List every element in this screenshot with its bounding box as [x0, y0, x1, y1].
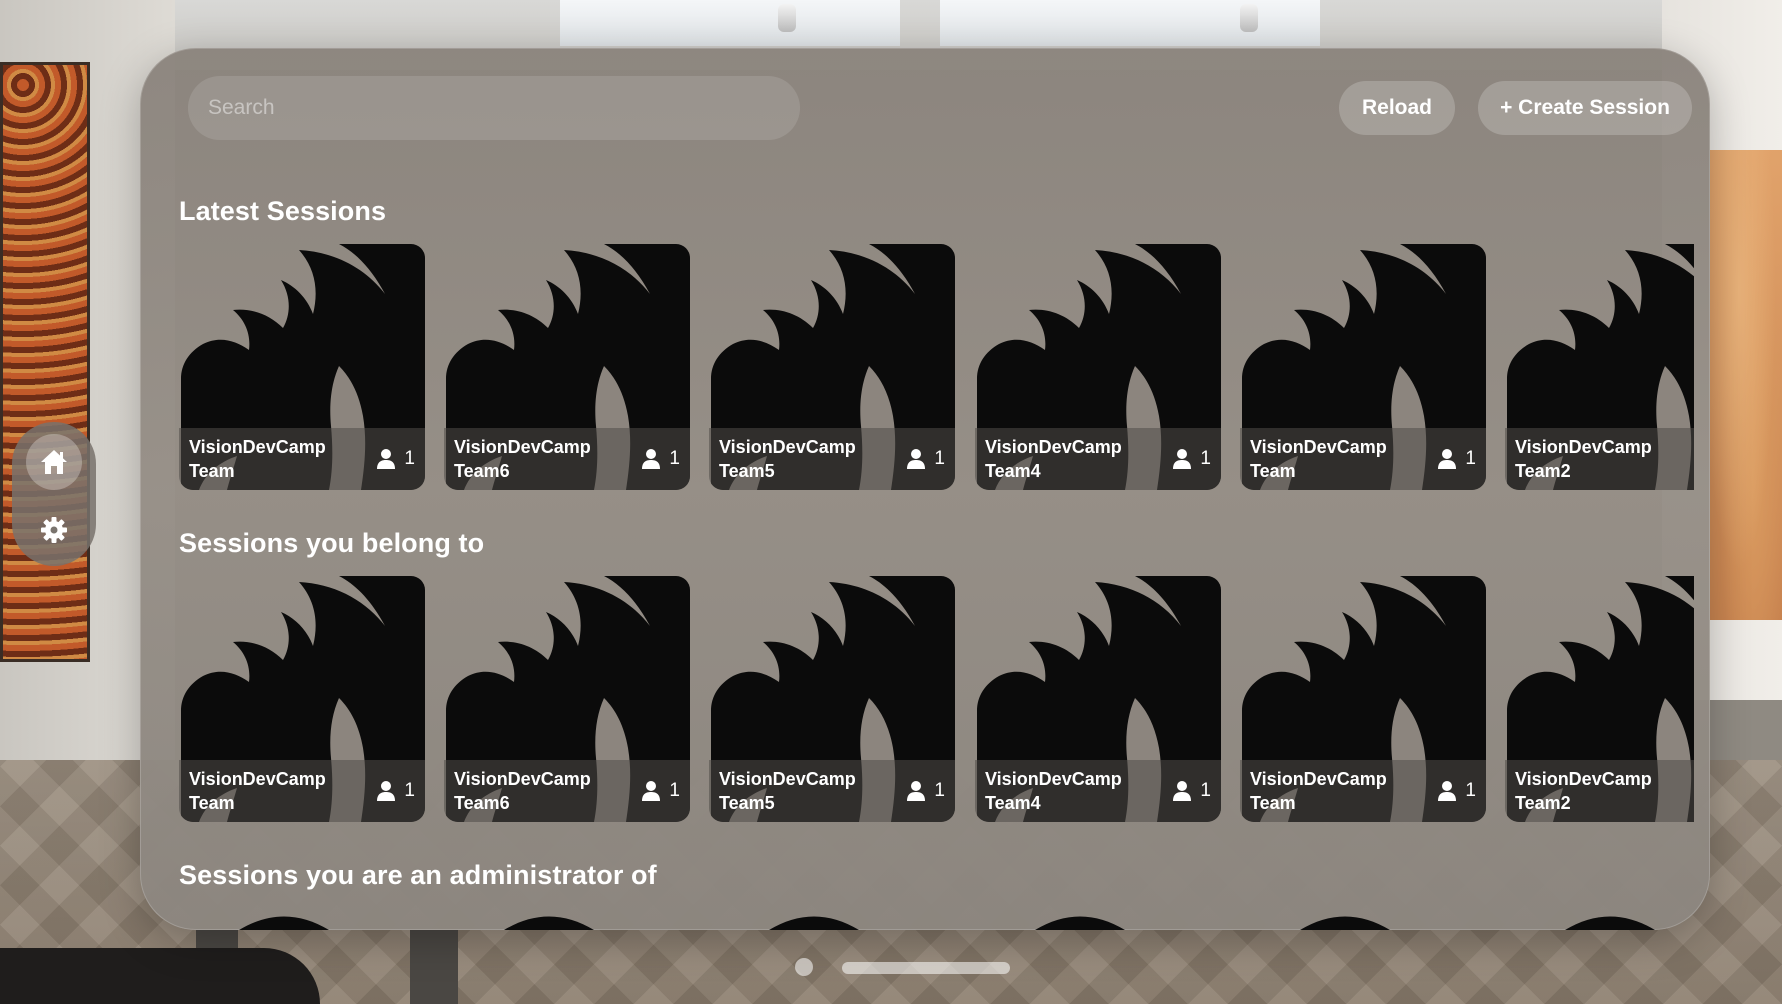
session-card-label: VisionDevCamp Team2	[1505, 428, 1694, 490]
window-close-dot[interactable]	[795, 958, 813, 976]
session-name: VisionDevCamp Team6	[454, 437, 591, 481]
member-count-value: 1	[1465, 780, 1476, 801]
session-card-label: VisionDevCamp Team6 1	[444, 428, 690, 490]
session-name: VisionDevCamp Team2	[1515, 769, 1652, 813]
session-name: VisionDevCamp Team2	[1515, 437, 1652, 481]
member-count-value: 1	[1200, 780, 1211, 801]
session-name: VisionDevCamp Team5	[719, 437, 856, 481]
member-count: 1	[376, 448, 415, 470]
member-count: 1	[1172, 780, 1211, 802]
member-count-value: 1	[934, 780, 945, 801]
session-card[interactable]: VisionDevCamp Team5 1	[709, 244, 955, 490]
session-card-label: VisionDevCamp Team 1	[179, 760, 425, 822]
person-icon	[1437, 448, 1457, 470]
session-name: VisionDevCamp Team	[1250, 437, 1387, 481]
home-button[interactable]	[26, 434, 82, 490]
session-card[interactable]: VisionDevCamp Team4 1	[975, 576, 1221, 822]
session-name: VisionDevCamp Team5	[719, 769, 856, 813]
session-name: VisionDevCamp Team4	[985, 437, 1122, 481]
member-count-value: 1	[404, 780, 415, 801]
search-input[interactable]	[208, 96, 800, 120]
session-card[interactable]: VisionDevCamp Team 1	[1240, 244, 1486, 490]
session-card[interactable]: VisionDevCamp Team6 1	[444, 244, 690, 490]
settings-button[interactable]	[26, 502, 82, 558]
track-light	[1240, 4, 1258, 32]
section-title-admin: Sessions you are an administrator of	[179, 860, 657, 890]
person-icon	[906, 780, 926, 802]
person-icon	[641, 780, 661, 802]
member-count-value: 1	[934, 448, 945, 469]
track-light	[778, 4, 796, 32]
session-card[interactable]: VisionDevCamp Team 1	[179, 576, 425, 822]
person-icon	[376, 780, 396, 802]
member-count: 1	[906, 780, 945, 802]
artwork-left	[0, 62, 90, 662]
session-card-label: VisionDevCamp Team5 1	[709, 760, 955, 822]
person-icon	[1172, 448, 1192, 470]
section-title-latest: Latest Sessions	[179, 196, 387, 226]
session-card-label: VisionDevCamp Team4 1	[975, 760, 1221, 822]
member-count-value: 1	[669, 780, 680, 801]
session-card-label: VisionDevCamp Team2	[1505, 760, 1694, 822]
session-card[interactable]: VisionDevCamp Team6 1	[444, 576, 690, 822]
admin-sessions-row[interactable]	[179, 908, 1694, 930]
person-icon	[641, 448, 661, 470]
sessions-window: Reload + Create Session Latest Sessions …	[140, 48, 1710, 930]
member-count: 1	[641, 448, 680, 470]
session-card[interactable]: VisionDevCamp Team 1	[1240, 576, 1486, 822]
latest-sessions-row[interactable]: VisionDevCamp Team 1 VisionDevCamp Team6…	[179, 244, 1694, 494]
person-icon	[376, 448, 396, 470]
card-peek-edges	[239, 916, 1655, 930]
session-card-label: VisionDevCamp Team4 1	[975, 428, 1221, 490]
section-title-belong: Sessions you belong to	[179, 528, 485, 558]
artwork-right	[1710, 150, 1782, 620]
session-card-label: VisionDevCamp Team 1	[1240, 760, 1486, 822]
member-count-value: 1	[404, 448, 415, 469]
create-session-button[interactable]: + Create Session	[1478, 81, 1692, 135]
session-card[interactable]: VisionDevCamp Team5 1	[709, 576, 955, 822]
member-count: 1	[1437, 780, 1476, 802]
member-count: 1	[641, 780, 680, 802]
session-name: VisionDevCamp Team	[1250, 769, 1387, 813]
person-icon	[906, 448, 926, 470]
member-count-value: 1	[1465, 448, 1476, 469]
session-name: VisionDevCamp Team	[189, 437, 326, 481]
skylight	[940, 0, 1320, 46]
search-field[interactable]	[188, 76, 800, 140]
session-name: VisionDevCamp Team	[189, 769, 326, 813]
member-count: 1	[1437, 448, 1476, 470]
session-name: VisionDevCamp Team6	[454, 769, 591, 813]
gear-icon	[41, 517, 67, 543]
session-card-label: VisionDevCamp Team 1	[179, 428, 425, 490]
ornament-sidebar	[12, 422, 96, 566]
session-card[interactable]: VisionDevCamp Team2	[1505, 244, 1694, 490]
session-card-label: VisionDevCamp Team6 1	[444, 760, 690, 822]
member-count-value: 1	[1200, 448, 1211, 469]
reload-button[interactable]: Reload	[1339, 81, 1455, 135]
session-card[interactable]: VisionDevCamp Team2	[1505, 576, 1694, 822]
skylight	[560, 0, 900, 46]
belong-sessions-row[interactable]: VisionDevCamp Team 1 VisionDevCamp Team6…	[179, 576, 1694, 826]
session-name: VisionDevCamp Team4	[985, 769, 1122, 813]
session-card-label: VisionDevCamp Team5 1	[709, 428, 955, 490]
window-grab-bar[interactable]	[842, 962, 1010, 974]
member-count-value: 1	[669, 448, 680, 469]
home-icon	[41, 450, 67, 474]
chair	[0, 948, 320, 1004]
session-card[interactable]: VisionDevCamp Team4 1	[975, 244, 1221, 490]
person-icon	[1172, 780, 1192, 802]
session-card-label: VisionDevCamp Team 1	[1240, 428, 1486, 490]
window-stand	[410, 930, 458, 1004]
member-count: 1	[906, 448, 945, 470]
session-card[interactable]: VisionDevCamp Team 1	[179, 244, 425, 490]
person-icon	[1437, 780, 1457, 802]
member-count: 1	[376, 780, 415, 802]
member-count: 1	[1172, 448, 1211, 470]
